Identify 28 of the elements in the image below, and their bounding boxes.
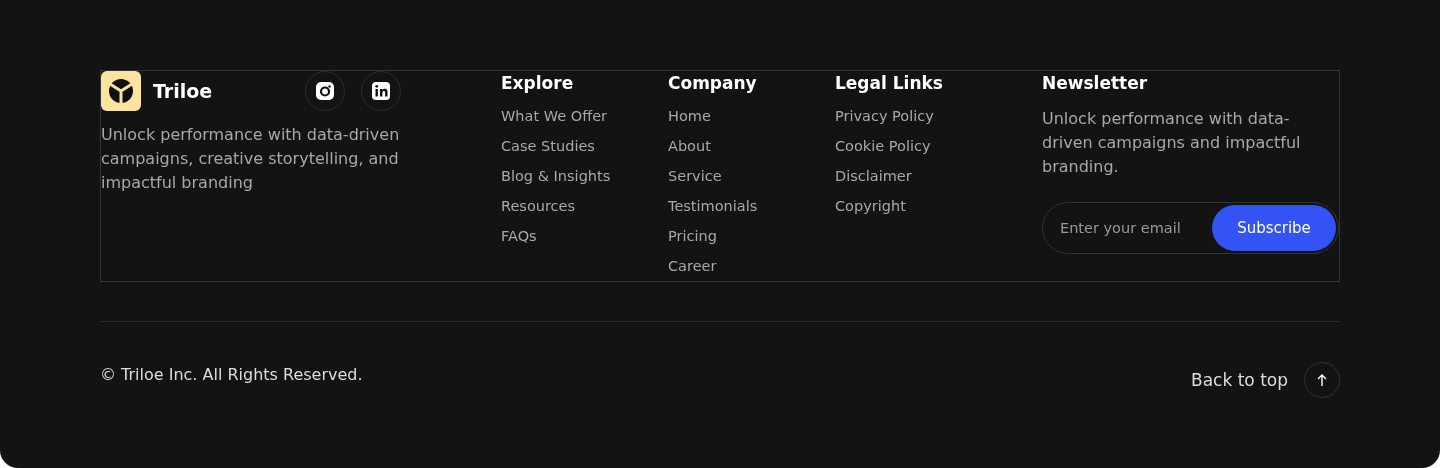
footer-link[interactable]: Service — [668, 161, 722, 191]
footer-link[interactable]: Privacy Policy — [835, 101, 934, 131]
brand-description: Unlock performance with data-driven campaigns, creative storytelling, and impactful branding — [101, 124, 401, 194]
newsletter-description: Unlock performance with data-driven campaigns and impactful branding. — [1042, 108, 1302, 178]
footer-link[interactable]: Disclaimer — [835, 161, 912, 191]
footer-link[interactable]: Testimonials — [668, 191, 758, 221]
logo-icon — [101, 71, 141, 111]
footer-link[interactable]: Case Studies — [501, 131, 595, 161]
footer-link[interactable]: About — [668, 131, 711, 161]
arrow-up-icon — [1316, 373, 1328, 387]
column-heading: Legal Links — [835, 72, 943, 95]
footer-link[interactable]: Home — [668, 101, 711, 131]
brand-name: Triloe — [153, 80, 214, 102]
footer-link[interactable]: Blog & Insights — [501, 161, 611, 191]
footer-link[interactable]: Pricing — [668, 221, 717, 251]
footer-link[interactable]: FAQs — [501, 221, 537, 251]
column-heading: Explore — [501, 72, 574, 95]
subscribe-button[interactable]: Subscribe — [1212, 205, 1336, 251]
footer-link[interactable]: Copyright — [835, 191, 906, 221]
email-field[interactable]: Enter your email — [1058, 219, 1212, 237]
footer-link[interactable]: Career — [668, 251, 717, 281]
footer-link[interactable]: Cookie Policy — [835, 131, 931, 161]
footer-link[interactable]: Resources — [501, 191, 576, 221]
column-heading: Company — [668, 72, 757, 95]
back-to-top-link[interactable]: Back to top — [1191, 370, 1288, 390]
copyright-text: © Triloe Inc. All Rights Reserved. — [100, 364, 363, 384]
footer-link[interactable]: What We Offer — [501, 101, 607, 131]
column-heading: Newsletter — [1042, 72, 1149, 95]
